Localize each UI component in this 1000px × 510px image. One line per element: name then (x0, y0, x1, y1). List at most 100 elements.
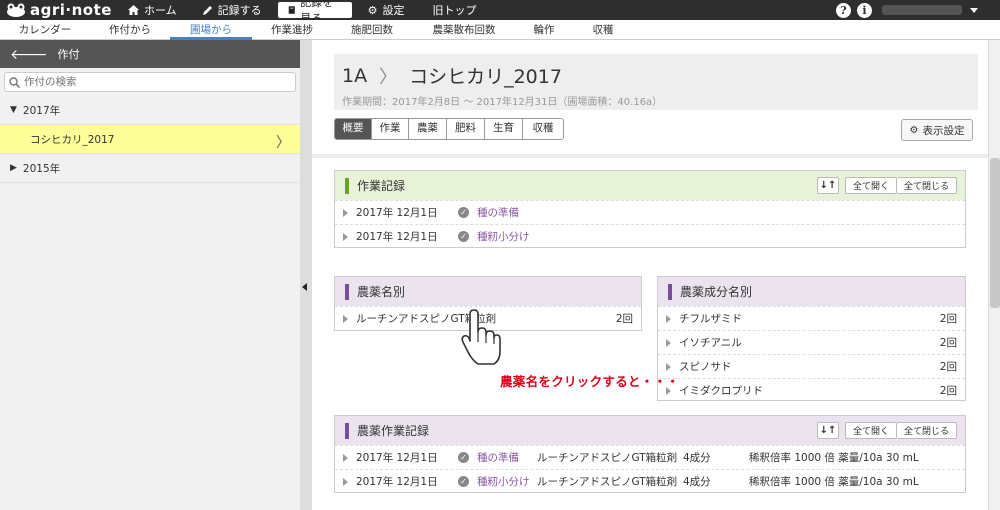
nav-home[interactable]: ホーム (118, 0, 187, 20)
info-icon[interactable]: i (857, 2, 872, 18)
ingredient-row[interactable]: チフルザミド 2回 (658, 306, 965, 330)
tab-growth[interactable]: 生育 (485, 119, 523, 139)
collapse-sidebar-icon[interactable] (302, 283, 307, 291)
check-icon: ✓ (458, 231, 469, 242)
gear-icon: ⚙ (909, 124, 919, 136)
frog-logo-icon (6, 3, 26, 17)
task-link[interactable]: 種籾小分け (477, 229, 530, 244)
nav-old-top[interactable]: 旧トップ (423, 0, 487, 20)
work-record-row[interactable]: 2017年 12月1日 ✓ 種籾小分け (335, 224, 965, 248)
check-icon: ✓ (458, 452, 469, 463)
sort-button[interactable]: ↓↑ (816, 177, 839, 194)
pesticide-ingredient-header: 農薬成分名別 (658, 277, 965, 306)
tab-pesticide[interactable]: 農薬 (409, 119, 447, 139)
tab-fertilizer-count[interactable]: 施肥回数 (332, 20, 412, 40)
sort-button[interactable]: ↓↑ (816, 422, 839, 439)
chevron-down-icon[interactable] (970, 7, 978, 13)
logo-text: agri·note (30, 1, 112, 19)
top-right: ? i (836, 0, 1000, 20)
search-input[interactable] (24, 76, 284, 88)
tab-fertilizer[interactable]: 肥料 (447, 119, 485, 139)
accent-bar (345, 422, 349, 439)
check-icon: ✓ (458, 476, 469, 487)
logo[interactable]: agri·note (0, 1, 118, 19)
collapse-all-button[interactable]: 全て閉じる (896, 422, 957, 439)
back-arrow-icon[interactable]: 🡐 (10, 46, 48, 63)
hand-pointer-icon (460, 308, 502, 369)
nav-settings-label: 設定 (382, 4, 405, 17)
user-name[interactable] (882, 5, 962, 15)
component-count: 4成分 (683, 452, 711, 464)
nav-home-label: ホーム (144, 4, 177, 17)
tab-by-field[interactable]: 圃場から (170, 20, 252, 40)
work-records-header: 作業記録 ↓↑ 全て開く 全て閉じる (335, 171, 965, 200)
tree-item-koshihikari-2017[interactable]: コシヒカリ_2017 〉 (0, 125, 300, 154)
count: 2回 (939, 313, 957, 325)
tab-pesticide-count[interactable]: 農薬散布回数 (412, 20, 516, 40)
nav-old-top-label: 旧トップ (432, 4, 477, 17)
ingredient-row[interactable]: イミダクロプリド 2回 (658, 378, 965, 402)
tab-harvest[interactable]: 収穫 (572, 20, 634, 40)
page-title: 1A 〉 コシヒカリ_2017 (342, 62, 562, 89)
tab-work[interactable]: 作業 (372, 119, 409, 139)
crop-name: コシヒカリ_2017 (409, 66, 562, 88)
nav-settings[interactable]: ⚙ 設定 (358, 0, 415, 20)
tab-rotation[interactable]: 輪作 (516, 20, 572, 40)
main-header: 1A 〉 コシヒカリ_2017 作業期間：2017年2月8日 〜 2017年12… (312, 40, 988, 158)
expand-all-button[interactable]: 全て開く (844, 177, 897, 194)
ingredient-name: スピノサド (679, 361, 732, 373)
tree-group-2015[interactable]: ▶ 2015年 (0, 154, 300, 183)
product-name: ルーチンアドスピノGT箱粒剤 (537, 452, 678, 464)
count: 2回 (939, 337, 957, 349)
task-link[interactable]: 種の準備 (477, 205, 519, 220)
main-scrollbar[interactable] (988, 40, 1000, 510)
title-box: 1A 〉 コシヒカリ_2017 作業期間：2017年2月8日 〜 2017年12… (334, 54, 978, 110)
task-link[interactable]: 種籾小分け (477, 474, 537, 489)
search-wrap (0, 68, 300, 96)
ingredient-name: イソチアニル (679, 337, 742, 349)
gear-icon: ⚙ (367, 3, 378, 17)
caret-right-icon: ▶ (10, 163, 17, 173)
chevron-right-icon: 〉 (276, 135, 290, 151)
tab-calendar[interactable]: カレンダー (0, 20, 90, 40)
chevron-right-icon: 〉 (379, 66, 398, 88)
expand-all-button[interactable]: 全て開く (844, 422, 897, 439)
main-content: 1A 〉 コシヒカリ_2017 作業期間：2017年2月8日 〜 2017年12… (312, 40, 988, 510)
task-link[interactable]: 種の準備 (477, 450, 537, 465)
panel-buttons: ↓↑ 全て開く 全て閉じる (811, 422, 957, 439)
sidebar: 🡐 作付 ▼ 2017年 コシヒカリ_2017 〉 ▶ 2015年 (0, 40, 300, 510)
annotation-text: 農薬名をクリックすると・・・ (500, 374, 680, 389)
tree-group-2017[interactable]: ▼ 2017年 (0, 96, 300, 125)
top-nav: ホーム 記録する 記録を見る ⚙ 設定 旧トップ (118, 0, 487, 25)
count: 2回 (615, 313, 633, 325)
help-icon[interactable]: ? (836, 2, 851, 18)
work-period: 作業期間：2017年2月8日 〜 2017年12月31日（圃場面積：40.16a… (342, 97, 663, 108)
nav-view-records[interactable]: 記録を見る (277, 0, 352, 25)
pesticide-work-row[interactable]: 2017年 12月1日 ✓ 種の準備 ルーチンアドスピノGT箱粒剤 4成分 稀釈… (335, 445, 965, 469)
check-icon: ✓ (458, 207, 469, 218)
sub-nav: カレンダー 作付から 圃場から 作業進捗 施肥回数 農薬散布回数 輪作 収穫 (0, 20, 1000, 40)
count: 2回 (939, 385, 957, 397)
tree-group-label: 2017年 (22, 104, 61, 117)
expand-icon (343, 477, 348, 486)
count: 2回 (939, 361, 957, 373)
tab-by-crop[interactable]: 作付から (90, 20, 170, 40)
display-settings-button[interactable]: ⚙ 表示設定 (901, 119, 973, 141)
pesticide-work-row[interactable]: 2017年 12月1日 ✓ 種籾小分け ルーチンアドスピノGT箱粒剤 4成分 稀… (335, 469, 965, 493)
collapse-all-button[interactable]: 全て閉じる (896, 177, 957, 194)
ingredient-row[interactable]: イソチアニル 2回 (658, 330, 965, 354)
ingredient-row[interactable]: スピノサド 2回 (658, 354, 965, 378)
nav-record[interactable]: 記録する (193, 0, 272, 20)
tab-overview[interactable]: 概要 (335, 119, 372, 139)
top-bar: agri·note ホーム 記録する 記録を見る ⚙ 設定 旧トップ ? i (0, 0, 1000, 25)
record-date: 2017年 12月1日 (356, 207, 438, 219)
work-record-row[interactable]: 2017年 12月1日 ✓ 種の準備 (335, 200, 965, 224)
dilution-info: 稀釈倍率 1000 倍 薬量/10a 30 mL (749, 452, 919, 464)
expand-icon (666, 314, 671, 323)
scrollbar-thumb[interactable] (990, 158, 1000, 308)
splitter[interactable] (300, 40, 312, 510)
tab-work-progress[interactable]: 作業進捗 (252, 20, 332, 40)
pesticide-work-header: 農薬作業記録 ↓↑ 全て開く 全て閉じる (335, 416, 965, 445)
tab-harvest-record[interactable]: 収穫 (523, 119, 563, 139)
home-icon (128, 5, 139, 15)
